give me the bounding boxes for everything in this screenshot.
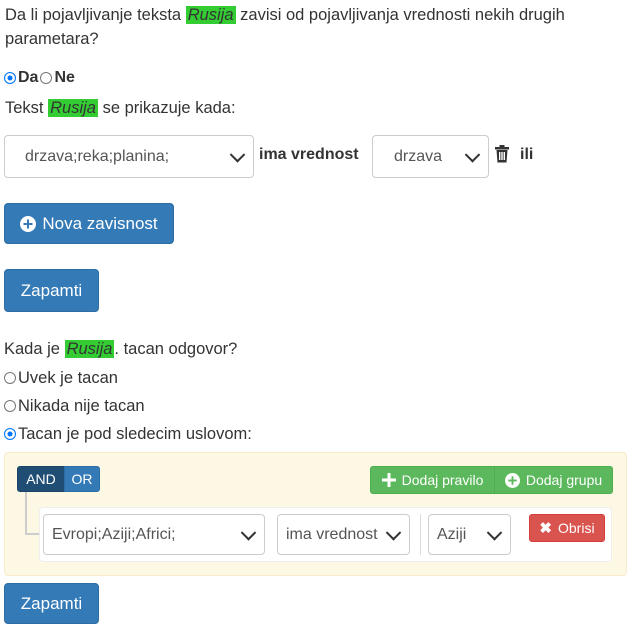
question-prefix: Da li pojavljivanje teksta [5,6,182,24]
option-never[interactable]: Nikada nije tacan [4,396,145,416]
plus-icon [381,473,396,487]
chevron-down-icon [486,524,503,541]
param-select-value: drzava;reka;planina; [25,147,170,165]
q2-prefix: Kada je [4,340,60,358]
and-label: AND [26,471,56,487]
radio-da-label[interactable]: Da [18,69,38,87]
rule-value-value: Aziji [437,525,467,543]
rule-operator-value: ima vrednost [286,525,378,543]
close-icon: ✖ [539,520,552,537]
save-button-1-label: Zapamti [20,280,83,300]
chevron-down-icon [464,146,481,163]
option-always[interactable]: Uvek je tacan [4,368,118,388]
radio-always[interactable] [4,372,16,384]
dependency-radio-group: Da Ne [4,68,75,88]
rule-value-select[interactable]: Aziji [428,514,511,555]
radio-conditional-label[interactable]: Tacan je pod sledecim uslovom: [18,425,252,444]
radio-ne-label[interactable]: Ne [54,69,74,87]
trash-icon[interactable] [494,145,510,163]
has-value-label: ima vrednost [259,146,359,163]
dependency-caption: Tekst Rusija se prikazuje kada: [5,99,236,118]
q2-highlight: Rusija [64,340,115,358]
param-highlight: Rusija [185,6,236,24]
plus-circle-icon [504,472,520,488]
radio-always-label[interactable]: Uvek je tacan [18,369,118,388]
add-rule-label: Dodaj pravilo [401,472,484,488]
radio-never[interactable] [4,400,16,412]
radio-conditional[interactable] [4,428,16,440]
value-select[interactable]: drzava [372,135,489,178]
delete-rule-label: Obrisi [558,520,595,536]
add-rule-button[interactable]: Dodaj pravilo [370,466,495,494]
rule-field-value: Evropi;Aziji;Africi; [52,525,176,543]
q2-suffix: . tacan odgovor? [114,340,238,358]
chevron-down-icon [229,146,246,163]
caption-highlight: Rusija [48,99,98,117]
save-button-1[interactable]: Zapamti [4,269,99,312]
rule-connector [25,492,39,535]
new-dependency-label: Nova zavisnost [42,213,158,233]
correct-answer-question: Kada je Rusija. tacan odgovor? [4,340,237,359]
or-label: ili [520,146,534,163]
radio-da[interactable] [4,72,16,84]
and-toggle[interactable]: AND [17,466,65,492]
save-button-2[interactable]: Zapamti [4,583,99,624]
add-group-button[interactable]: Dodaj grupu [494,466,613,494]
new-dependency-button[interactable]: Nova zavisnost [4,203,174,244]
value-select-value: drzava [394,147,443,165]
radio-ne[interactable] [40,72,53,84]
add-group-label: Dodaj grupu [525,472,603,488]
caption-prefix: Tekst [5,99,44,117]
radio-never-label[interactable]: Nikada nije tacan [18,397,145,416]
chevron-down-icon [240,524,257,541]
save-button-2-label: Zapamti [20,593,83,613]
dependency-question: Da li pojavljivanje teksta Rusija zavisi… [5,3,625,51]
chevron-down-icon [385,524,402,541]
rule-field-select[interactable]: Evropi;Aziji;Africi; [43,514,265,555]
rule-operator-select[interactable]: ima vrednost [277,514,410,555]
caption-suffix: se prikazuje kada: [102,99,236,117]
delete-rule-button[interactable]: ✖ Obrisi [529,514,605,542]
or-toggle-label: OR [71,471,93,487]
plus-circle-icon [20,215,37,232]
param-select[interactable]: drzava;reka;planina; [4,135,254,178]
rule-divider [420,514,421,555]
or-toggle[interactable]: OR [64,466,100,492]
option-conditional[interactable]: Tacan je pod sledecim uslovom: [4,424,252,444]
